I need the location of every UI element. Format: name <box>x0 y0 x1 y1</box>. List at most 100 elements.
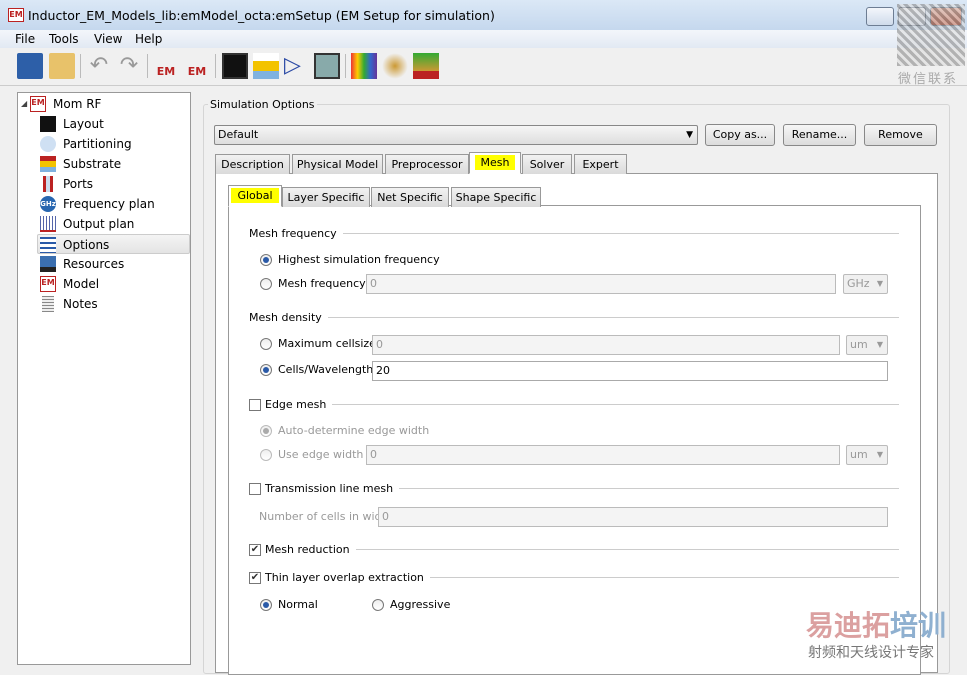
output-plan-icon <box>40 216 56 232</box>
subtab-layer-specific[interactable]: Layer Specific <box>282 187 370 207</box>
menu-help[interactable]: Help <box>135 32 162 46</box>
em-stop-icon[interactable]: EM <box>184 53 210 79</box>
aggressive-radio[interactable] <box>372 599 384 611</box>
amplifier-icon[interactable]: ▷ <box>284 53 310 79</box>
title-bar: EM Inductor_EM_Models_lib:emModel_octa:e… <box>0 0 967 30</box>
tab-preprocessor[interactable]: Preprocessor <box>385 154 469 174</box>
brand-watermark: 易迪拓培训 <box>806 609 947 642</box>
subtab-shape-specific[interactable]: Shape Specific <box>451 187 541 207</box>
preset-value: Default <box>218 128 259 141</box>
normal-label: Normal <box>278 598 318 611</box>
mesh-density-section: Mesh density <box>249 311 899 324</box>
cells-wavelength-label: Cells/Wavelength <box>278 363 374 376</box>
settings-person-icon[interactable] <box>382 53 408 79</box>
box-3d-icon[interactable] <box>314 53 340 79</box>
layout-icon[interactable] <box>222 53 248 79</box>
mesh-frequency-input[interactable]: 0 <box>366 274 836 294</box>
edge-unit-select[interactable]: um <box>846 445 888 465</box>
mesh-frequency-label: Mesh frequency <box>278 277 366 290</box>
ghz-icon: GHz <box>40 196 56 212</box>
colors-icon[interactable] <box>351 53 377 79</box>
max-cellsize-input[interactable]: 0 <box>372 335 840 355</box>
copy-as-button[interactable]: Copy as... <box>705 124 775 146</box>
tree-item-options[interactable]: Options <box>37 234 190 254</box>
substrate-icon <box>40 156 56 172</box>
open-icon[interactable] <box>49 53 75 79</box>
edge-width-input[interactable]: 0 <box>366 445 840 465</box>
mesh-reduction-section: Mesh reduction <box>265 543 899 556</box>
mesh-reduction-checkbox[interactable]: ✔ <box>249 544 261 556</box>
frequency-unit-select[interactable]: GHz <box>843 274 888 294</box>
tab-solver[interactable]: Solver <box>522 154 572 174</box>
cells-wavelength-input[interactable]: 20 <box>372 361 888 381</box>
normal-radio[interactable] <box>260 599 272 611</box>
pcb-icon[interactable] <box>413 53 439 79</box>
window-title: Inductor_EM_Models_lib:emModel_octa:emSe… <box>28 8 495 23</box>
options-icon <box>40 237 56 253</box>
redo-icon[interactable]: ↷ <box>116 53 142 79</box>
subtab-net-specific[interactable]: Net Specific <box>371 187 449 207</box>
app-icon: EM <box>8 8 24 22</box>
tab-physical-model[interactable]: Physical Model <box>292 154 383 174</box>
tree-item-layout[interactable]: Layout <box>38 114 188 134</box>
menu-view[interactable]: View <box>94 32 122 46</box>
edge-mesh-checkbox[interactable] <box>249 399 261 411</box>
rename-button[interactable]: Rename... <box>783 124 856 146</box>
mesh-frequency-section: Mesh frequency <box>249 227 899 240</box>
cellsize-unit-select[interactable]: um <box>846 335 888 355</box>
group-title: Simulation Options <box>208 98 317 111</box>
num-cells-label: Number of cells in width <box>259 510 393 523</box>
subtab-global[interactable]: Global <box>228 185 282 207</box>
tree-root-mom-rf[interactable]: EM Mom RF <box>28 94 178 114</box>
mesh-frequency-radio[interactable] <box>260 278 272 290</box>
model-icon: EM <box>40 276 56 292</box>
minimize-button[interactable] <box>866 7 894 26</box>
tl-mesh-checkbox[interactable] <box>249 483 261 495</box>
use-edge-width-radio[interactable] <box>260 449 272 461</box>
layout-icon <box>40 116 56 132</box>
num-cells-input[interactable]: 0 <box>378 507 888 527</box>
tree-item-output-plan[interactable]: Output plan <box>38 214 188 234</box>
edge-mesh-section: Edge mesh <box>265 398 899 411</box>
use-edge-width-label: Use edge width <box>278 448 364 461</box>
tree-item-partitioning[interactable]: Partitioning <box>38 134 188 154</box>
tab-description[interactable]: Description <box>215 154 290 174</box>
highest-frequency-label: Highest simulation frequency <box>278 253 440 266</box>
remove-button[interactable]: Remove <box>864 124 937 146</box>
em-simulate-icon[interactable]: EM <box>153 53 179 79</box>
tree-item-notes[interactable]: Notes <box>38 294 188 314</box>
tree-item-resources[interactable]: Resources <box>38 254 188 274</box>
menu-bar: File Tools View Help <box>0 30 967 48</box>
substrate-icon[interactable] <box>253 53 279 79</box>
tree-item-frequency-plan[interactable]: GHz Frequency plan <box>38 194 188 214</box>
highest-frequency-radio[interactable] <box>260 254 272 266</box>
resources-icon <box>40 256 56 272</box>
ports-icon <box>43 176 53 192</box>
menu-file[interactable]: File <box>15 32 35 46</box>
aggressive-label: Aggressive <box>390 598 451 611</box>
preset-select[interactable]: Default ▼ <box>214 125 698 145</box>
tree-item-substrate[interactable]: Substrate <box>38 154 188 174</box>
brand-tagline: 射频和天线设计专家 <box>808 645 934 661</box>
undo-icon[interactable]: ↶ <box>86 53 112 79</box>
dropdown-arrow-icon: ▼ <box>686 130 693 140</box>
auto-edge-radio[interactable] <box>260 425 272 437</box>
toolbar: ↶ ↷ EM EM ▷ <box>0 48 967 86</box>
tree-item-ports[interactable]: Ports <box>38 174 188 194</box>
save-icon[interactable] <box>17 53 43 79</box>
em-icon: EM <box>30 96 46 112</box>
auto-edge-label: Auto-determine edge width <box>278 424 430 437</box>
max-cellsize-radio[interactable] <box>260 338 272 350</box>
menu-tools[interactable]: Tools <box>49 32 79 46</box>
tab-expert[interactable]: Expert <box>574 154 627 174</box>
tl-mesh-section: Transmission line mesh <box>265 482 899 495</box>
notes-icon <box>42 296 54 312</box>
collapse-arrow-icon[interactable]: ◢ <box>21 99 27 108</box>
cells-wavelength-radio[interactable] <box>260 364 272 376</box>
thin-layer-checkbox[interactable]: ✔ <box>249 572 261 584</box>
setup-tree: ◢ EM Mom RF Layout Partitioning Substrate… <box>17 92 191 665</box>
tab-mesh[interactable]: Mesh <box>469 152 521 174</box>
qr-code-watermark <box>897 4 965 66</box>
max-cellsize-label: Maximum cellsize <box>278 337 376 350</box>
tree-item-model[interactable]: EM Model <box>38 274 188 294</box>
